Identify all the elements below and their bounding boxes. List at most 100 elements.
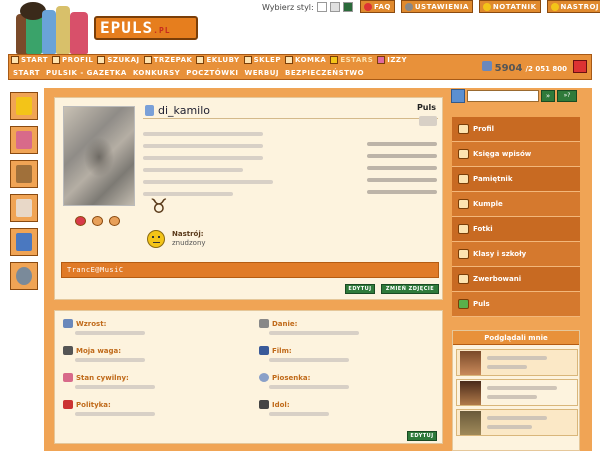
mailbox-shortcut[interactable] [10,92,38,120]
nav-estars[interactable]: ESTARS [330,56,373,64]
person-icon [16,233,32,251]
search-icon [97,56,106,64]
field-value-blur [75,385,155,389]
nav-komka[interactable]: KOMKA [284,56,326,64]
person-shortcut[interactable] [10,228,38,256]
search-input[interactable] [467,90,539,102]
subnav-pocztowki[interactable]: POCZTÓWKI [186,69,238,77]
status-bar: TrancE@MusiC [61,262,439,278]
header: EPULS.PL Wybierz styl: FAQ USTAWIENIA NO… [0,0,600,55]
subnav-start[interactable]: START [13,69,40,77]
smiley-icon [550,2,559,11]
visitor-name-blur [487,386,557,390]
star-icon [330,56,339,64]
style-picker: Wybierz styl: [262,2,353,12]
lips-icon[interactable] [75,216,86,226]
photo-shortcut[interactable] [10,194,38,222]
top-links: FAQ USTAWIENIA NOTATNIK NASTROJ [360,0,600,14]
menu-fotki[interactable]: Fotki [452,217,580,242]
logo[interactable]: EPULS.PL [94,16,198,40]
field-value-blur [269,331,359,335]
style-swatch-white[interactable] [316,2,327,12]
user-icon [145,105,154,116]
shop-icon [243,56,252,64]
glasses-icon [259,400,269,409]
field-idol: Idol: [259,400,290,409]
advanced-search-button[interactable]: »? [557,90,577,102]
visitors-title: Podglądali mnie [453,331,579,345]
status-text: TrancE@MusiC [67,266,124,274]
photo-icon [458,224,469,234]
field-wzrost: Wzrost: [63,319,106,328]
nav-izzy[interactable]: IZZY [377,56,407,64]
friends-shortcut[interactable] [10,126,38,154]
visitor-avatar[interactable] [460,381,481,405]
visitor-info-blur [487,395,537,399]
mood-link[interactable]: NASTROJ [546,0,600,13]
chat-icon [143,56,152,64]
profile-info-blur [143,132,263,136]
subnav-werbuj[interactable]: WERBUJ [245,69,280,77]
edit-profile-button[interactable]: EDYTUJ [345,284,375,294]
logo-characters[interactable] [14,2,92,54]
mood-label: Nastrój: [172,230,204,238]
username-divider [143,118,438,119]
subnav-konkursy[interactable]: KONKURSY [133,69,180,77]
ufo-shortcut[interactable] [10,262,38,290]
edit-details-button[interactable]: EDYTUJ [407,431,437,441]
profile-stats-blur [367,190,437,194]
subnav-bezpieczenstwo[interactable]: BEZPIECZEŃSTWO [285,69,364,77]
faq-link[interactable]: FAQ [360,0,395,13]
nav-ekluby[interactable]: EKLUBY [196,56,239,64]
nav-szukaj[interactable]: SZUKAJ [97,56,139,64]
profile-photo[interactable] [63,106,135,206]
face-icon[interactable] [92,216,103,226]
change-photo-button[interactable]: ZMIEŃ ZDJĘCIE [381,284,439,294]
profile-stats-blur [367,154,437,158]
signpost-icon [16,165,32,183]
board-shortcut[interactable] [10,160,38,188]
menu-klasy-szkoly[interactable]: Klasy i szkoły [452,242,580,267]
search-go-button[interactable]: » [541,90,555,102]
menu-profil[interactable]: Profil [452,117,580,142]
visitor-avatar[interactable] [460,351,481,375]
nav-start[interactable]: START [11,56,48,64]
visitor-row[interactable] [456,349,578,376]
menu-kumple[interactable]: Kumple [452,192,580,217]
visitor-row[interactable] [456,409,578,436]
visitor-row[interactable] [456,379,578,406]
logout-icon[interactable] [573,60,587,73]
izzy-icon [377,56,386,64]
points-display[interactable]: 5904 /2 051 800 [481,61,567,74]
cutlery-icon [259,319,269,328]
menu-zwerbowani[interactable]: Zwerbowani [452,267,580,292]
phone-icon [284,56,293,64]
mailbox-icon [16,97,32,115]
music-icon [259,373,269,382]
profile-username: di_kamilo [145,104,210,117]
details-panel: Wzrost: Moja waga: Stan cywilny: Polityk… [54,310,443,444]
style-swatch-green[interactable] [342,2,353,12]
search-bar: » »? [451,88,587,104]
field-value-blur [75,358,145,362]
menu-puls[interactable]: Puls [452,292,580,317]
visitor-info-blur [487,425,532,429]
visitor-avatar[interactable] [460,411,481,435]
nav-sklep[interactable]: SKLEP [243,56,281,64]
menu-pamietnik[interactable]: Pamiętnik [452,167,580,192]
field-film: Film: [259,346,292,355]
subnav-gazetka[interactable]: PULSIK - GAZETKA [46,69,127,77]
friends-icon [458,199,469,209]
mood-smiley-icon [147,230,165,248]
settings-link[interactable]: USTAWIENIA [400,0,473,13]
secondary-nav: START PULSIK - GAZETKA KONKURSY POCZTÓWK… [13,69,364,77]
notepad-link[interactable]: NOTATNIK [478,0,541,13]
nav-trzepak[interactable]: TRZEPAK [143,56,193,64]
weight-icon [63,346,73,355]
notepad-icon [482,2,491,11]
nav-profil[interactable]: PROFIL [52,56,93,64]
wrench-icon [404,2,413,11]
menu-ksiega-wpisow[interactable]: Księga wpisów [452,142,580,167]
style-swatch-gray[interactable] [329,2,340,12]
hand-icon[interactable] [109,216,120,226]
